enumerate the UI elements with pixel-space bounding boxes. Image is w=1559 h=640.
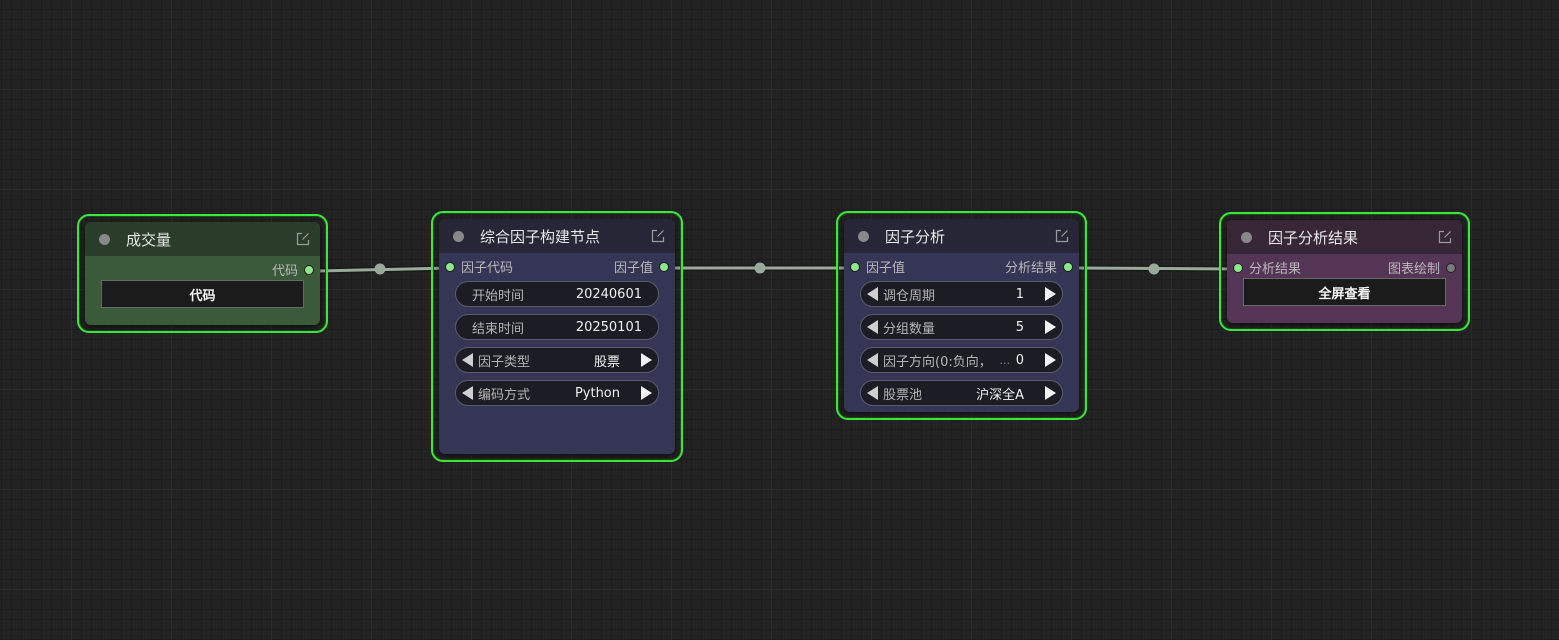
- link-midpoint-handle[interactable]: [754, 262, 766, 274]
- widget-label: 因子方向(0:负向，: [883, 354, 992, 370]
- edit-icon[interactable]: [296, 232, 310, 246]
- widget-label: 因子类型: [478, 354, 531, 370]
- node-title: 因子分析: [885, 227, 946, 246]
- output-label: 分析结果: [1004, 261, 1057, 276]
- node-analysis-result[interactable]: 因子分析结果 分析结果 图表绘制 全屏查看: [1219, 212, 1470, 331]
- output-slot[interactable]: 图表绘制: [1388, 258, 1456, 277]
- code-button[interactable]: 代码: [101, 280, 304, 308]
- edit-icon[interactable]: [1055, 229, 1069, 243]
- status-dot-icon[interactable]: [1241, 231, 1252, 243]
- widget-value: 沪深全A: [976, 387, 1024, 403]
- end-time-field[interactable]: 结束时间 20250101: [455, 314, 659, 340]
- output-slot[interactable]: 分析结果: [1005, 257, 1073, 276]
- link-midpoint-handle[interactable]: [1148, 263, 1160, 275]
- arrow-right-icon[interactable]: [1045, 353, 1056, 367]
- group-count-stepper[interactable]: 分组数量 5: [860, 314, 1063, 340]
- slot-row: 因子代码 因子值: [439, 253, 675, 277]
- output-slot[interactable]: 因子值: [614, 257, 669, 276]
- arrow-right-icon[interactable]: [641, 386, 652, 400]
- arrow-left-icon[interactable]: [462, 386, 473, 400]
- slot-row: 分析结果 图表绘制: [1227, 254, 1462, 278]
- status-dot-icon[interactable]: [453, 230, 464, 242]
- node-factor-builder[interactable]: 综合因子构建节点 因子代码 因子值 开始时间 20240601 结束时间 202…: [431, 211, 683, 462]
- widget-value: Python: [574, 385, 620, 401]
- rebalance-period-stepper[interactable]: 调仓周期 1: [860, 281, 1063, 307]
- input-slot[interactable]: 分析结果: [1233, 258, 1301, 277]
- input-label: 因子代码: [461, 261, 514, 276]
- node-header[interactable]: 因子分析: [844, 219, 1079, 253]
- widget-value: 5: [1015, 319, 1024, 335]
- link-midpoint-handle[interactable]: [374, 263, 386, 275]
- arrow-left-icon[interactable]: [462, 353, 473, 367]
- arrow-left-icon[interactable]: [867, 353, 878, 367]
- arrow-right-icon[interactable]: [641, 353, 652, 367]
- output-port-icon[interactable]: [659, 261, 669, 272]
- widget-value: 股票: [593, 354, 620, 370]
- node-result-panel: 因子分析结果 分析结果 图表绘制 全屏查看: [1227, 220, 1462, 323]
- output-label: 代码: [271, 264, 298, 279]
- arrow-left-icon[interactable]: [867, 320, 878, 334]
- output-port-icon[interactable]: [1063, 261, 1073, 272]
- widget-label-ellipsis: ...: [999, 353, 1011, 367]
- output-label: 因子值: [613, 261, 653, 276]
- input-label: 分析结果: [1249, 262, 1302, 277]
- output-port-icon[interactable]: [304, 264, 314, 275]
- widget-label: 调仓周期: [883, 288, 936, 304]
- node-body: 因子代码 因子值 开始时间 20240601 结束时间 20250101 因子类…: [439, 253, 675, 406]
- edit-icon[interactable]: [1438, 230, 1452, 244]
- widget-label: 开始时间: [472, 288, 525, 304]
- node-title: 因子分析结果: [1268, 228, 1359, 247]
- node-analysis-panel: 因子分析 因子值 分析结果 调仓周期 1 分组数量 5 因子方向(0:负向， .…: [844, 219, 1079, 412]
- node-header[interactable]: 因子分析结果: [1227, 220, 1462, 254]
- arrow-left-icon[interactable]: [867, 386, 878, 400]
- encoding-select[interactable]: 编码方式 Python: [455, 380, 659, 406]
- input-port-icon[interactable]: [850, 261, 860, 272]
- input-port-icon[interactable]: [445, 261, 455, 272]
- widget-value: 20240601: [575, 286, 642, 302]
- node-volume[interactable]: 成交量 代码 代码: [77, 214, 328, 333]
- input-slot[interactable]: 因子值: [850, 257, 905, 276]
- factor-direction-stepper[interactable]: 因子方向(0:负向， ... 0: [860, 347, 1063, 373]
- status-dot-icon[interactable]: [858, 230, 869, 242]
- arrow-right-icon[interactable]: [1045, 386, 1056, 400]
- graph-canvas[interactable]: 成交量 代码 代码 综合因子构建节点 因子代码 因子值 开始时间 2024060…: [0, 0, 1559, 640]
- widget-label: 结束时间: [472, 321, 525, 337]
- input-label: 因子值: [866, 261, 906, 276]
- node-body: 分析结果 图表绘制 全屏查看: [1227, 254, 1462, 306]
- slot-row: 因子值 分析结果: [844, 253, 1079, 277]
- slot-row: 代码: [85, 256, 320, 280]
- arrow-right-icon[interactable]: [1045, 287, 1056, 301]
- node-header[interactable]: 成交量: [85, 222, 320, 256]
- output-port-icon[interactable]: [1446, 262, 1456, 273]
- input-port-icon[interactable]: [1233, 262, 1243, 273]
- output-slot[interactable]: 代码: [272, 260, 314, 279]
- stock-pool-select[interactable]: 股票池 沪深全A: [860, 380, 1063, 406]
- widget-value: 0: [1015, 352, 1024, 368]
- widget-label: 编码方式: [478, 387, 531, 403]
- factor-type-select[interactable]: 因子类型 股票: [455, 347, 659, 373]
- node-body: 代码 代码: [85, 256, 320, 308]
- widget-label: 分组数量: [883, 321, 936, 337]
- widget-label: 股票池: [883, 387, 923, 403]
- widget-value: 20250101: [575, 319, 642, 335]
- node-header[interactable]: 综合因子构建节点: [439, 219, 675, 253]
- arrow-left-icon[interactable]: [867, 287, 878, 301]
- node-volume-panel: 成交量 代码 代码: [85, 222, 320, 325]
- node-builder-panel: 综合因子构建节点 因子代码 因子值 开始时间 20240601 结束时间 202…: [439, 219, 675, 454]
- node-factor-analysis[interactable]: 因子分析 因子值 分析结果 调仓周期 1 分组数量 5 因子方向(0:负向， .…: [836, 211, 1087, 420]
- node-body: 因子值 分析结果 调仓周期 1 分组数量 5 因子方向(0:负向， ... 0 …: [844, 253, 1079, 406]
- input-slot[interactable]: 因子代码: [445, 257, 513, 276]
- node-title: 成交量: [126, 230, 172, 249]
- fullscreen-button[interactable]: 全屏查看: [1243, 278, 1446, 306]
- widget-value: 1: [1015, 286, 1024, 302]
- output-label: 图表绘制: [1387, 262, 1440, 277]
- status-dot-icon[interactable]: [99, 233, 110, 245]
- node-title: 综合因子构建节点: [480, 227, 601, 246]
- edit-icon[interactable]: [651, 229, 665, 243]
- start-time-field[interactable]: 开始时间 20240601: [455, 281, 659, 307]
- arrow-right-icon[interactable]: [1045, 320, 1056, 334]
